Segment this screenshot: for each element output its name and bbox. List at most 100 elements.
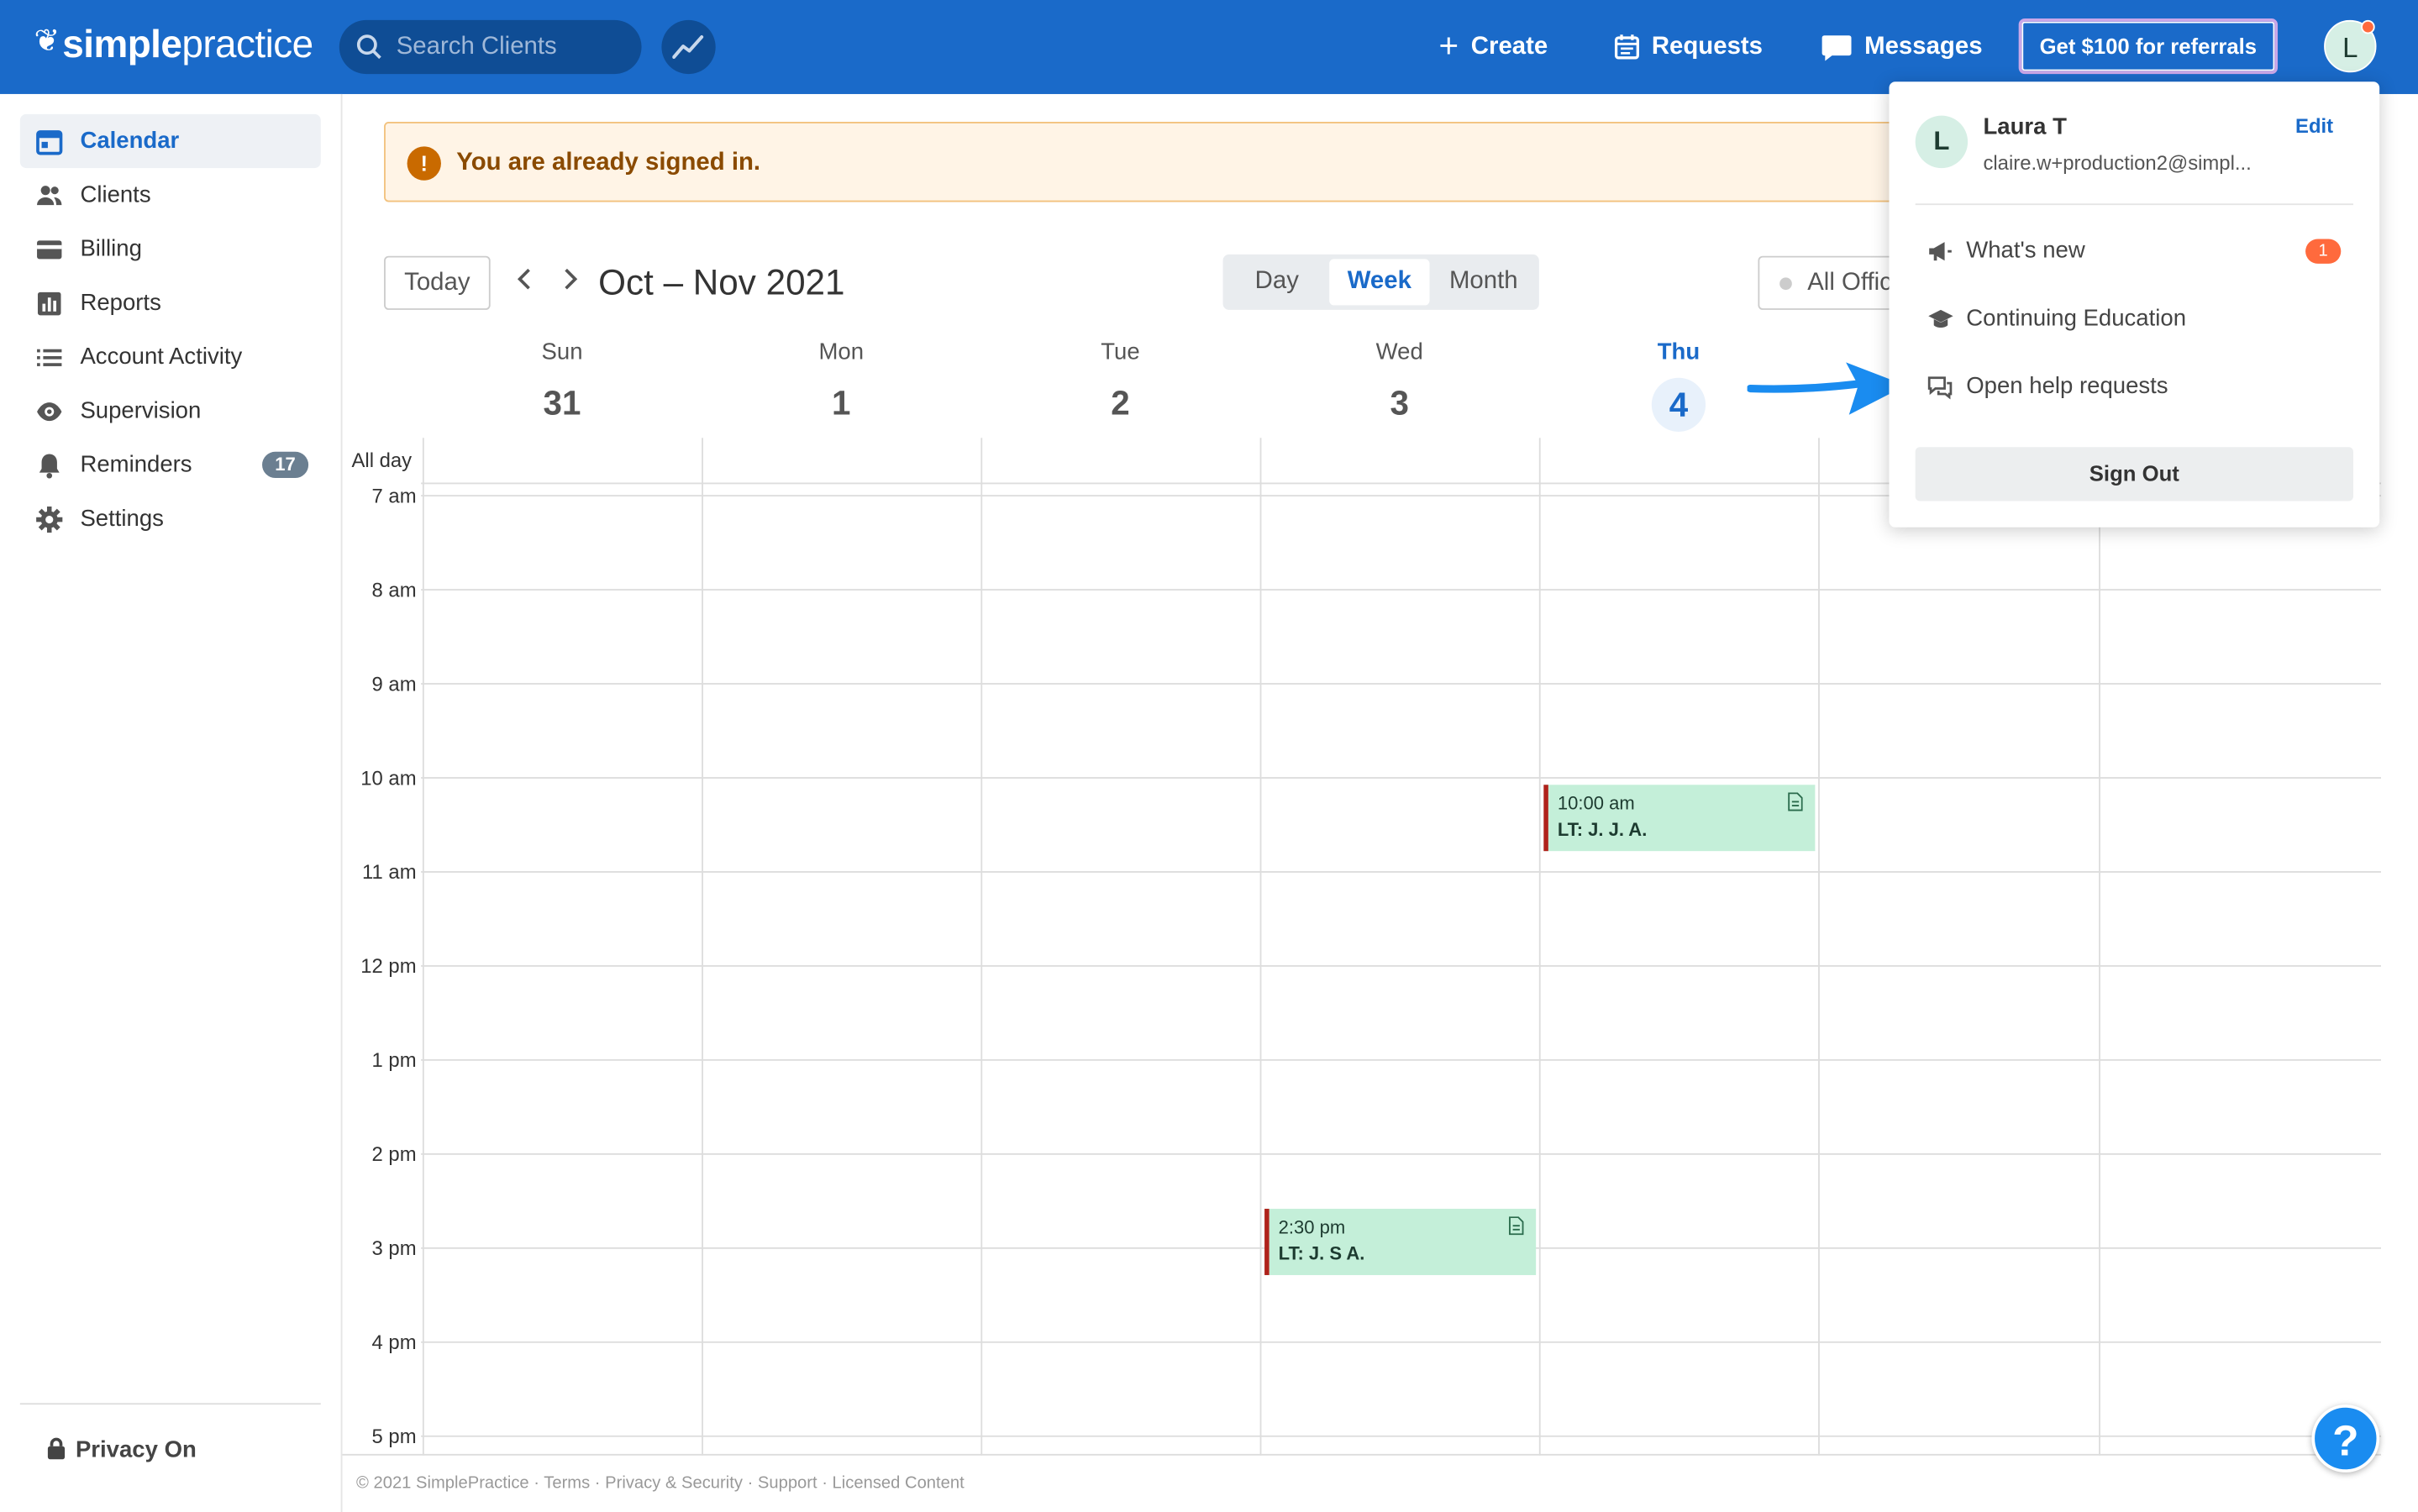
note-icon — [1788, 792, 1803, 811]
office-color-dot — [1779, 277, 1792, 291]
eye-icon — [37, 402, 62, 422]
view-week-button[interactable]: Week — [1329, 259, 1430, 306]
edit-profile-link[interactable]: Edit — [2295, 114, 2333, 138]
signed-in-alert: ! You are already signed in. — [384, 122, 1927, 202]
time-label: 11 am — [362, 860, 417, 884]
dropdown-avatar: L — [1915, 115, 1969, 169]
grid-bottom-line — [342, 1453, 2382, 1456]
view-switcher: Day Week Month — [1222, 254, 1539, 310]
lock-icon — [47, 1437, 66, 1460]
sidebar-item-reminders[interactable]: Reminders 17 — [20, 438, 321, 491]
hour-line — [421, 1058, 2382, 1061]
create-button[interactable]: + Create — [1438, 25, 1548, 65]
sidebar-item-settings[interactable]: Settings — [20, 492, 321, 546]
sidebar-item-supervision[interactable]: Supervision — [20, 384, 321, 438]
time-label: 8 am — [371, 578, 417, 601]
notification-dot — [2361, 19, 2375, 34]
time-label: 12 pm — [360, 954, 417, 978]
search-icon — [356, 34, 381, 60]
hour-line — [421, 1152, 2382, 1155]
view-month-button[interactable]: Month — [1432, 259, 1534, 305]
app-window: ❦ simplepractice Search Clients + Create R… — [0, 0, 2418, 1512]
week-grid[interactable]: All day 7 am 8 am 9 am 10 am 11 am 12 pm… — [342, 438, 2382, 1456]
chat-bubbles-icon — [1927, 376, 1953, 400]
time-label: 5 pm — [371, 1425, 417, 1448]
time-label: 10 am — [360, 766, 417, 790]
reminders-count-badge: 17 — [262, 451, 309, 479]
time-label: 9 am — [371, 672, 417, 696]
message-bubble-icon — [1821, 34, 1852, 61]
search-placeholder: Search Clients — [396, 34, 557, 60]
graduation-cap-icon — [1928, 309, 1953, 328]
view-day-button[interactable]: Day — [1227, 259, 1326, 305]
messages-button[interactable]: Messages — [1821, 31, 1983, 65]
butterfly-icon: ❦ — [34, 24, 60, 59]
hour-line — [421, 1435, 2382, 1437]
menu-item-continuing-education[interactable]: Continuing Education — [1916, 296, 2353, 342]
simplepractice-logo[interactable]: ❦ simplepractice — [34, 22, 313, 68]
requests-calendar-icon — [1614, 34, 1639, 60]
list-icon — [37, 349, 62, 366]
gear-icon — [36, 506, 63, 533]
all-day-label: All day — [351, 449, 413, 472]
user-menu-dropdown: L Laura T claire.w+production2@simpl... … — [1889, 81, 2380, 528]
search-clients-input[interactable]: Search Clients — [339, 19, 642, 75]
hour-line — [421, 965, 2382, 967]
user-email: claire.w+production2@simpl... — [1983, 150, 2252, 175]
hour-line — [421, 683, 2382, 685]
date-range-title: Oct – Nov 2021 — [598, 262, 845, 302]
menu-item-open-help-requests[interactable]: Open help requests — [1916, 364, 2353, 410]
trend-line-icon — [672, 35, 704, 59]
user-name: Laura T — [1983, 113, 2067, 141]
credit-card-icon — [37, 240, 62, 260]
day-header-mon[interactable]: Mon 1 — [702, 339, 980, 423]
whats-new-count-badge: 1 — [2305, 239, 2342, 264]
insights-button[interactable] — [661, 19, 716, 75]
plus-icon: + — [1438, 25, 1459, 65]
clients-icon — [37, 186, 62, 206]
warning-icon: ! — [407, 146, 441, 181]
calendar-icon — [36, 130, 63, 155]
sidebar-item-reports[interactable]: Reports — [20, 276, 321, 330]
time-label: 1 pm — [371, 1048, 417, 1072]
today-button[interactable]: Today — [384, 255, 491, 310]
appointment-event[interactable]: 10:00 am LT: J. J. A. — [1543, 785, 1816, 852]
day-header-tue[interactable]: Tue 2 — [980, 339, 1259, 423]
sidebar: Calendar Clients Billing Reports Account… — [0, 93, 343, 1512]
previous-week-button[interactable] — [509, 265, 540, 299]
hour-line — [421, 589, 2382, 591]
time-label: 7 am — [371, 484, 417, 507]
menu-item-whats-new[interactable]: What's new 1 — [1916, 228, 2353, 275]
sidebar-item-billing[interactable]: Billing — [20, 222, 321, 276]
annotation-arrow-icon — [1747, 362, 1906, 415]
footer-links[interactable]: © 2021 SimplePractice · Terms · Privacy … — [356, 1474, 965, 1493]
sidebar-item-account-activity[interactable]: Account Activity — [20, 330, 321, 384]
sidebar-item-calendar[interactable]: Calendar — [19, 113, 321, 169]
hour-line — [421, 871, 2382, 873]
dropdown-divider — [1915, 203, 2353, 206]
requests-button[interactable]: Requests — [1614, 31, 1763, 65]
privacy-toggle[interactable]: Privacy On — [46, 1437, 197, 1463]
chevron-left-icon — [517, 268, 530, 290]
day-header-wed[interactable]: Wed 3 — [1260, 339, 1539, 423]
bell-icon — [39, 454, 60, 479]
chevron-right-icon — [565, 268, 578, 290]
event-client: LT: J. J. A. — [1557, 818, 1648, 841]
alert-message: You are already signed in. — [456, 150, 761, 176]
reports-icon — [37, 291, 61, 316]
help-button[interactable]: ? — [2311, 1404, 2380, 1473]
referral-button[interactable]: Get $100 for referrals — [2018, 18, 2279, 75]
next-week-button[interactable] — [555, 265, 586, 299]
time-label: 3 pm — [371, 1236, 417, 1260]
event-client: LT: J. S A. — [1278, 1242, 1365, 1265]
sidebar-divider — [19, 1403, 321, 1405]
event-time: 10:00 am — [1557, 792, 1635, 815]
time-label: 4 pm — [371, 1331, 417, 1354]
sidebar-item-clients[interactable]: Clients — [20, 168, 321, 222]
sign-out-button[interactable]: Sign Out — [1915, 447, 2353, 501]
note-icon — [1509, 1216, 1524, 1236]
hour-line — [421, 1341, 2382, 1343]
event-time: 2:30 pm — [1278, 1216, 1346, 1238]
day-header-sun[interactable]: Sun 31 — [423, 339, 702, 423]
appointment-event[interactable]: 2:30 pm LT: J. S A. — [1264, 1209, 1537, 1275]
